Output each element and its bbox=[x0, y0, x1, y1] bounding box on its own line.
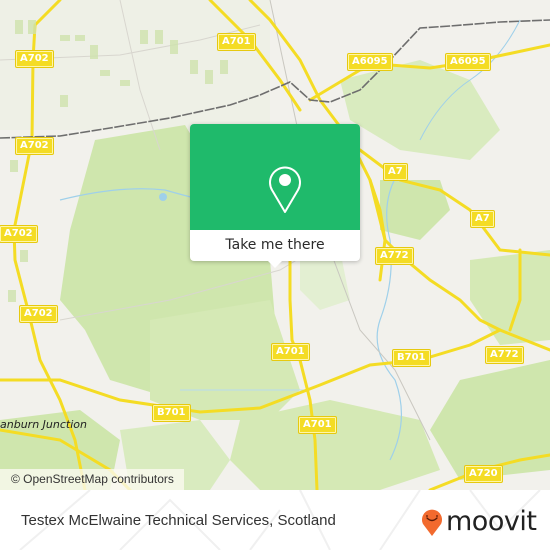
moovit-pin-icon bbox=[422, 509, 442, 536]
road-label-a702: A702 bbox=[16, 138, 53, 154]
footer: Testex McElwaine Technical Services, Sco… bbox=[0, 490, 550, 550]
map-attribution[interactable]: © OpenStreetMap contributors bbox=[0, 469, 184, 490]
road-label-a772: A772 bbox=[376, 248, 413, 264]
road-label-a701: A701 bbox=[218, 34, 255, 50]
popup-pointer bbox=[268, 261, 282, 268]
road-label-a7: A7 bbox=[471, 211, 494, 227]
road-label-a701: A701 bbox=[299, 417, 336, 433]
road-label-a702: A702 bbox=[20, 306, 57, 322]
destination-popup: Take me there bbox=[190, 124, 360, 268]
place-title: Testex McElwaine Technical Services, Sco… bbox=[21, 512, 336, 529]
road-label-a772: A772 bbox=[486, 347, 523, 363]
road-label-a7: A7 bbox=[384, 164, 407, 180]
road-label-a701: A701 bbox=[272, 344, 309, 360]
road-label-a6095: A6095 bbox=[446, 54, 490, 70]
moovit-brand-text: moovit bbox=[446, 506, 537, 537]
road-label-b701: B701 bbox=[393, 350, 430, 366]
road-label-a702: A702 bbox=[16, 51, 53, 67]
location-pin-icon bbox=[269, 166, 301, 213]
moovit-logo[interactable]: moovit bbox=[420, 506, 537, 537]
road-label-a720: A720 bbox=[465, 466, 502, 482]
map-view[interactable]: A701 A702 A702 A702 A702 A6095 A6095 A7 … bbox=[0, 0, 550, 490]
road-label-a6095: A6095 bbox=[348, 54, 392, 70]
road-label-b701: B701 bbox=[153, 405, 190, 421]
road-label-a702: A702 bbox=[0, 226, 37, 242]
place-label-junction: anburn Junction bbox=[0, 418, 87, 431]
take-me-there-button[interactable]: Take me there bbox=[190, 230, 360, 261]
popup-header bbox=[190, 124, 360, 230]
